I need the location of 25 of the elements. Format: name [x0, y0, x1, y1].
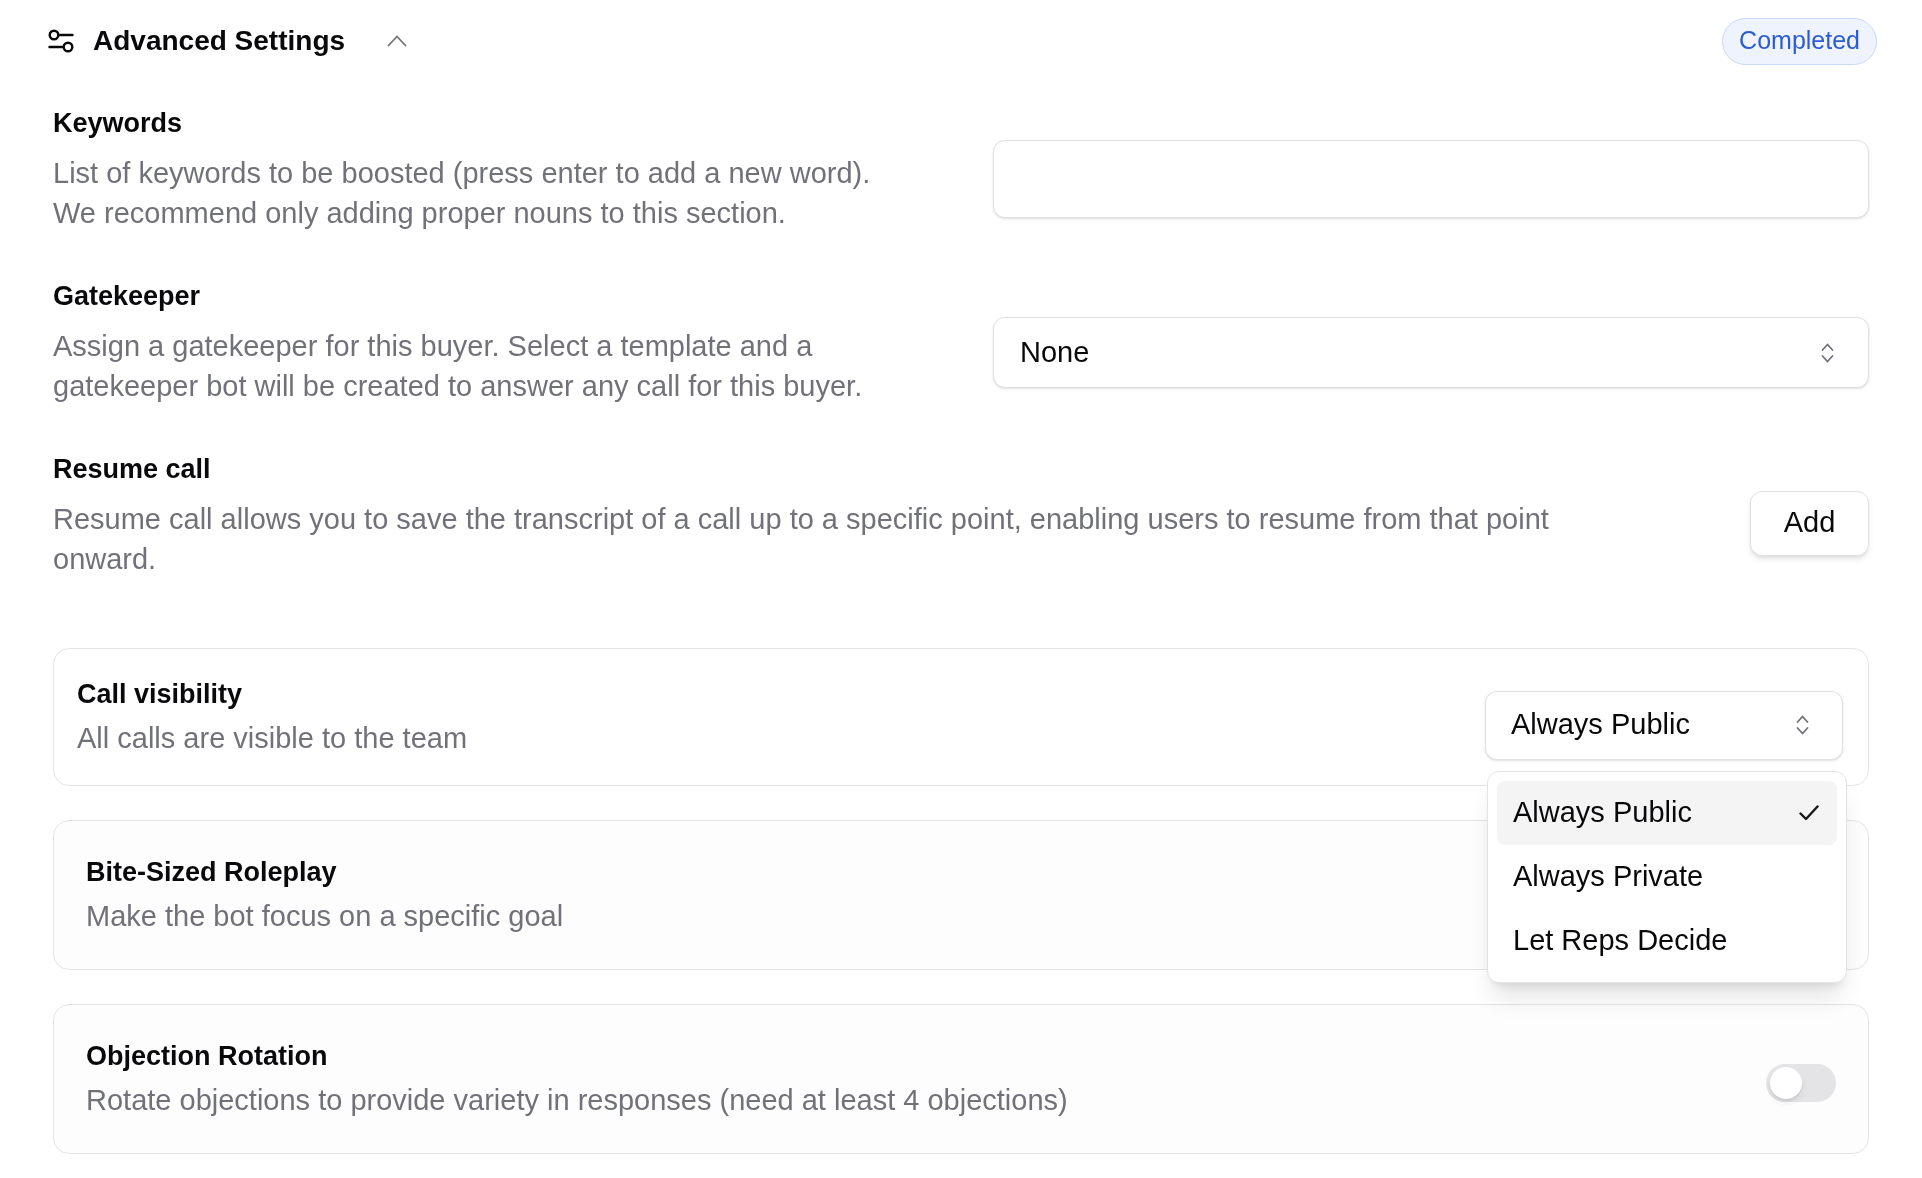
card-title: Call visibility — [77, 678, 243, 711]
add-button[interactable]: Add — [1750, 490, 1869, 556]
dropdown-option[interactable]: Always Public — [1497, 780, 1837, 845]
card-description: All calls are visible to the team — [77, 721, 468, 756]
field-label: Keywords — [53, 107, 183, 140]
card-description: Make the bot focus on a specific goal — [86, 899, 564, 934]
section-title: Advanced Settings — [93, 24, 346, 58]
field-label: Gatekeeper — [53, 280, 201, 313]
field-label: Resume call — [53, 453, 211, 486]
field-description: Assign a gatekeeper for this buyer. Select a template and a gatekeeper bot will be created to answer any call for this buyer. — [53, 329, 864, 404]
chevrons-up-down-icon — [1821, 342, 1834, 363]
select-field[interactable]: None — [993, 317, 1869, 388]
card-description: Rotate objections to provide variety in responses (need at least 4 objections) — [86, 1083, 1068, 1118]
select-field[interactable]: Always Public — [1485, 690, 1843, 760]
field-description: List of keywords to be boosted (press enter to add a new word). We recommend only adding proper nouns to this section. — [53, 156, 872, 231]
toggle-switch[interactable] — [1766, 1064, 1836, 1102]
check-icon — [1799, 804, 1819, 821]
settings-icon — [48, 29, 74, 53]
chevron-up-icon[interactable] — [387, 35, 408, 47]
text-input-field[interactable] — [993, 140, 1869, 218]
card-title: Objection Rotation — [86, 1040, 328, 1073]
status-badge: Completed — [1722, 17, 1877, 65]
field-description: Resume call allows you to save the transcript of a call up to a specific point, enabling users to resume from that point onward. — [53, 502, 1550, 577]
card-title: Bite-Sized Roleplay — [86, 856, 337, 889]
chevrons-up-down-icon — [1796, 715, 1809, 735]
